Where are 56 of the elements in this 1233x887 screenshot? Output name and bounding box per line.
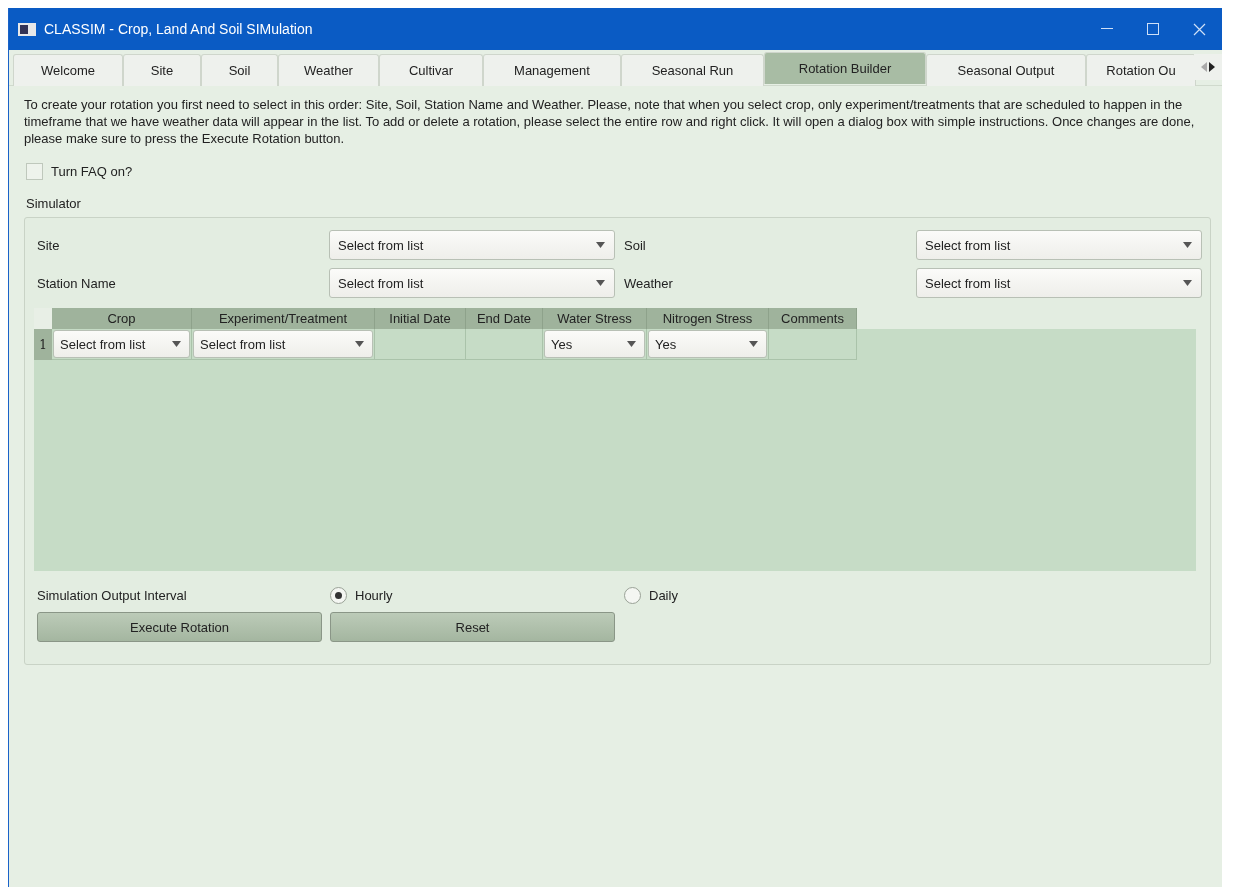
caret-icon [172,341,181,347]
tab[interactable]: Management [483,54,621,86]
window-title: CLASSIM - Crop, Land And Soil SIMulation [44,21,314,37]
column-header: Comments [769,308,857,329]
column-header: Initial Date [375,308,466,329]
minimize-icon[interactable] [1101,28,1113,30]
close-icon[interactable] [1192,22,1206,36]
radio-button[interactable] [330,586,347,604]
dropdown[interactable]: Select from list [916,230,1202,260]
instructions-text: To create your rotation you first need to select in this order: Site, Soil, Station Name and Weather. Please, note that when you select crop, only experiment/treatments that are scheduled to happen in the timeframe that we have weather data will appear in the list. To add or delete a rotation, please select the entire row and right click. It will open a dialog box with simple instructions. Once changes are done, please make sure to press the Execute Rotation button. [24,96,1196,147]
tab[interactable]: Seasonal Run [621,54,764,86]
tab[interactable]: Soil [201,54,278,86]
dropdown[interactable]: Select from list [329,268,615,298]
field-label: Simulation Output Interval [37,587,188,603]
column-header: Nitrogen Stress [647,308,769,329]
cell-dropdown[interactable]: Select from list [193,330,373,358]
cell-dropdown[interactable]: Yes [544,330,645,358]
maximize-icon[interactable] [1147,23,1159,35]
caret-icon [1183,280,1192,286]
dropdown[interactable]: Select from list [329,230,615,260]
caret-icon [355,341,364,347]
cell-dropdown[interactable]: Select from list [53,330,190,358]
field-label: Station Name [37,275,117,291]
column-header: Water Stress [543,308,647,329]
row-number: 1 [34,329,52,360]
radio-label: Daily [649,587,678,603]
caret-icon [627,341,636,347]
faq-checkbox[interactable] [26,163,43,180]
action-button[interactable]: Reset [330,612,615,642]
tab[interactable]: Rotation Ou [1086,54,1196,86]
checkbox-label: Turn FAQ on? [51,164,133,179]
tab[interactable]: Rotation Builder [764,52,926,84]
caret-icon [596,280,605,286]
tab[interactable]: Weather [278,54,379,86]
radio-label: Hourly [355,587,393,603]
app-icon [18,22,36,36]
field-label: Soil [624,237,647,253]
column-header: Crop [52,308,192,329]
group-title: Simulator [26,196,82,211]
tab[interactable]: Site [123,54,201,86]
field-label: Weather [624,275,674,291]
cell-dropdown[interactable]: Yes [648,330,767,358]
radio-button[interactable] [624,586,641,604]
tab-scroll-buttons[interactable] [1194,54,1222,80]
column-header: Experiment/Treatment [192,308,375,329]
caret-icon [596,242,605,248]
caret-icon [1183,242,1192,248]
dropdown[interactable]: Select from list [916,268,1202,298]
tab[interactable]: Seasonal Output [926,54,1086,86]
action-button[interactable]: Execute Rotation [37,612,322,642]
tab[interactable]: Welcome [13,54,123,86]
column-header: End Date [466,308,543,329]
tab[interactable]: Cultivar [379,54,483,86]
caret-icon [749,341,758,347]
field-label: Site [37,237,61,253]
table-corner [34,308,52,329]
